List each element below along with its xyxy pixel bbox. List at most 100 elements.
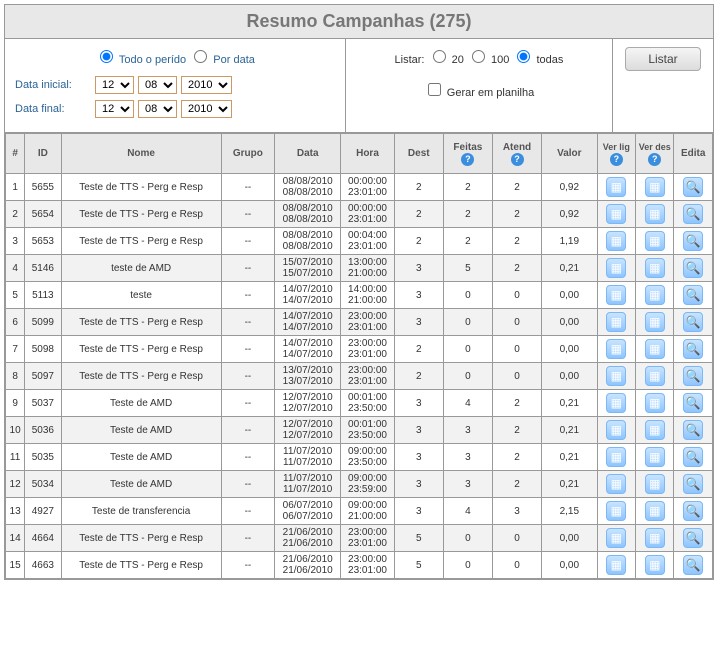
spreadsheet-checkbox[interactable] (428, 83, 441, 96)
period-bydate-option[interactable]: Por data (189, 54, 255, 66)
magnifier-icon[interactable]: 🔍 (683, 501, 703, 521)
cell-valor: 0,92 (542, 201, 598, 228)
cell-valor: 0,00 (542, 525, 598, 552)
filter-controls: Todo o perído Por data Data inicial: 12 … (5, 39, 713, 133)
list-20-option[interactable]: 20 (428, 54, 464, 66)
calendar-icon[interactable]: ▦ (606, 501, 626, 521)
list-button[interactable]: Listar (625, 47, 700, 71)
calendar-icon[interactable]: ▦ (606, 447, 626, 467)
table-row: 45146teste de AMD--15/07/201015/07/20101… (6, 255, 713, 282)
help-icon[interactable]: ? (610, 153, 623, 166)
end-month-select[interactable]: 08 (138, 100, 177, 118)
start-day-select[interactable]: 12 (95, 76, 134, 94)
cell-nome: Teste de AMD (61, 417, 221, 444)
help-icon[interactable]: ? (461, 153, 474, 166)
magnifier-icon[interactable]: 🔍 (683, 447, 703, 467)
list-100-option[interactable]: 100 (467, 54, 509, 66)
calendar-icon[interactable]: ▦ (645, 474, 665, 494)
calendar-icon[interactable]: ▦ (606, 258, 626, 278)
calendar-icon[interactable]: ▦ (606, 366, 626, 386)
calendar-icon[interactable]: ▦ (645, 204, 665, 224)
calendar-icon[interactable]: ▦ (645, 393, 665, 413)
cell-num: 4 (6, 255, 25, 282)
list-all-option[interactable]: todas (512, 54, 563, 66)
calendar-icon[interactable]: ▦ (645, 420, 665, 440)
cell-feitas: 3 (443, 471, 492, 498)
period-all-radio[interactable] (100, 50, 113, 63)
calendar-icon[interactable]: ▦ (606, 528, 626, 548)
end-year-select[interactable]: 2010 (181, 100, 232, 118)
calendar-icon[interactable]: ▦ (606, 393, 626, 413)
calendar-icon[interactable]: ▦ (645, 258, 665, 278)
calendar-icon[interactable]: ▦ (606, 420, 626, 440)
magnifier-icon[interactable]: 🔍 (683, 312, 703, 332)
magnifier-icon[interactable]: 🔍 (683, 393, 703, 413)
calendar-icon[interactable]: ▦ (645, 177, 665, 197)
cell-grupo: -- (221, 471, 274, 498)
calendar-icon[interactable]: ▦ (606, 312, 626, 332)
spreadsheet-option[interactable]: Gerar em planilha (424, 87, 535, 99)
calendar-icon[interactable]: ▦ (645, 366, 665, 386)
calendar-icon[interactable]: ▦ (606, 177, 626, 197)
cell-valor: 0,21 (542, 471, 598, 498)
cell-nome: Teste de transferencia (61, 498, 221, 525)
calendar-icon[interactable]: ▦ (645, 339, 665, 359)
calendar-icon[interactable]: ▦ (645, 528, 665, 548)
calendar-icon[interactable]: ▦ (645, 285, 665, 305)
cell-hora: 09:00:0023:59:00 (341, 471, 394, 498)
calendar-icon[interactable]: ▦ (645, 447, 665, 467)
magnifier-icon[interactable]: 🔍 (683, 258, 703, 278)
cell-id: 5035 (25, 444, 61, 471)
calendar-icon[interactable]: ▦ (606, 204, 626, 224)
calendar-icon[interactable]: ▦ (606, 339, 626, 359)
cell-data: 11/07/201011/07/2010 (275, 444, 341, 471)
period-bydate-radio[interactable] (194, 50, 207, 63)
cell-feitas: 2 (443, 228, 492, 255)
col-edita: Edita (674, 134, 713, 174)
calendar-icon[interactable]: ▦ (606, 231, 626, 251)
calendar-icon[interactable]: ▦ (645, 312, 665, 332)
magnifier-icon[interactable]: 🔍 (683, 474, 703, 494)
cell-id: 4927 (25, 498, 61, 525)
calendar-icon[interactable]: ▦ (606, 555, 626, 575)
cell-id: 5097 (25, 363, 61, 390)
calendar-icon[interactable]: ▦ (606, 285, 626, 305)
calendar-icon[interactable]: ▦ (645, 231, 665, 251)
period-all-option[interactable]: Todo o perído (95, 54, 189, 66)
start-year-select[interactable]: 2010 (181, 76, 232, 94)
magnifier-icon[interactable]: 🔍 (683, 420, 703, 440)
table-row: 75098Teste de TTS - Perg e Resp--14/07/2… (6, 336, 713, 363)
calendar-icon[interactable]: ▦ (606, 474, 626, 494)
end-day-select[interactable]: 12 (95, 100, 134, 118)
cell-hora: 00:01:0023:50:00 (341, 390, 394, 417)
magnifier-icon[interactable]: 🔍 (683, 231, 703, 251)
col-num: # (6, 134, 25, 174)
start-month-select[interactable]: 08 (138, 76, 177, 94)
cell-atend: 2 (492, 417, 541, 444)
campaign-table: # ID Nome Grupo Data Hora Dest Feitas? A… (5, 133, 713, 579)
start-date-label: Data inicial: (15, 79, 95, 91)
cell-atend: 2 (492, 390, 541, 417)
cell-grupo: -- (221, 498, 274, 525)
cell-data: 14/07/201014/07/2010 (275, 309, 341, 336)
cell-hora: 23:00:0023:01:00 (341, 309, 394, 336)
calendar-icon[interactable]: ▦ (645, 555, 665, 575)
help-icon[interactable]: ? (511, 153, 524, 166)
magnifier-icon[interactable]: 🔍 (683, 339, 703, 359)
magnifier-icon[interactable]: 🔍 (683, 285, 703, 305)
col-grupo: Grupo (221, 134, 274, 174)
help-icon[interactable]: ? (648, 153, 661, 166)
table-row: 95037Teste de AMD--12/07/201012/07/20100… (6, 390, 713, 417)
cell-feitas: 3 (443, 417, 492, 444)
col-dest: Dest (394, 134, 443, 174)
cell-grupo: -- (221, 444, 274, 471)
magnifier-icon[interactable]: 🔍 (683, 555, 703, 575)
cell-hora: 00:00:0023:01:00 (341, 201, 394, 228)
cell-feitas: 0 (443, 309, 492, 336)
magnifier-icon[interactable]: 🔍 (683, 204, 703, 224)
magnifier-icon[interactable]: 🔍 (683, 177, 703, 197)
cell-grupo: -- (221, 255, 274, 282)
magnifier-icon[interactable]: 🔍 (683, 528, 703, 548)
calendar-icon[interactable]: ▦ (645, 501, 665, 521)
magnifier-icon[interactable]: 🔍 (683, 366, 703, 386)
